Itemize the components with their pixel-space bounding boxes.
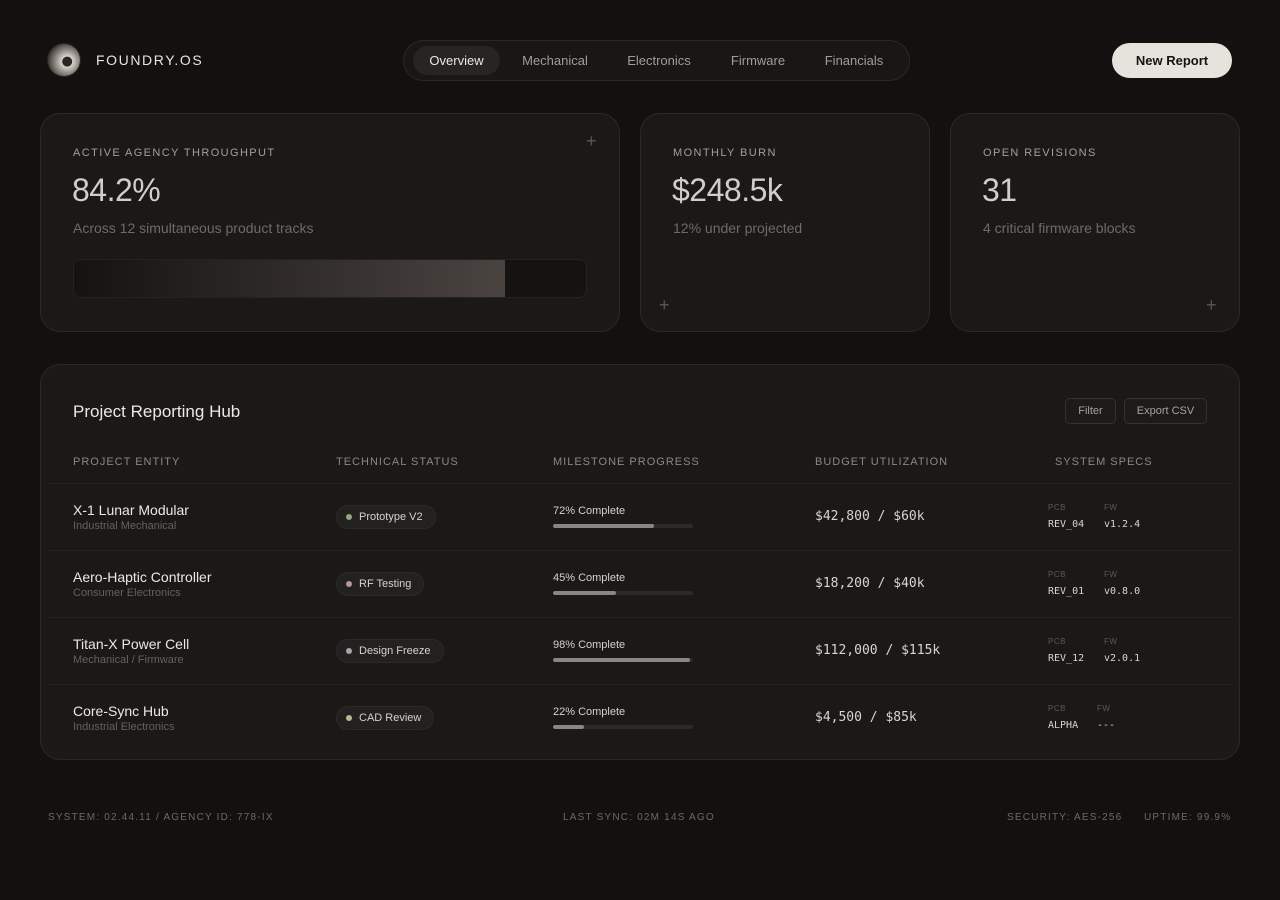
footer-last-sync: LAST SYNC: 02M 14S AGO	[563, 812, 715, 823]
table-row[interactable]: Titan-X Power Cell Mechanical / Firmware…	[49, 617, 1233, 684]
spec-value-fw: ---	[1097, 720, 1116, 731]
tab-mechanical[interactable]: Mechanical	[508, 46, 602, 75]
table-row[interactable]: X-1 Lunar Modular Industrial Mechanical …	[49, 483, 1233, 550]
status-badge: Prototype V2	[336, 505, 436, 529]
milestone-progress-fill	[553, 591, 616, 595]
card-label: OPEN REVISIONS	[983, 147, 1097, 159]
column-header: SYSTEM SPECS	[1055, 456, 1153, 468]
spec-label-pcb: PCB	[1048, 503, 1066, 512]
budget-utilization: $112,000 / $115k	[815, 643, 941, 658]
card-label: ACTIVE AGENCY THROUGHPUT	[73, 147, 276, 159]
budget-utilization: $42,800 / $60k	[815, 509, 925, 524]
plus-icon[interactable]: +	[659, 296, 670, 314]
main-nav: Overview Mechanical Electronics Firmware…	[403, 40, 910, 81]
brand-name: FOUNDRY.OS	[96, 52, 204, 68]
new-report-button[interactable]: New Report	[1112, 43, 1232, 78]
milestone-progress-fill	[553, 725, 584, 729]
spec-label-fw: FW	[1097, 704, 1111, 713]
column-header: BUDGET UTILIZATION	[815, 456, 949, 468]
milestone-progress-bar	[553, 591, 693, 595]
status-label: CAD Review	[359, 712, 422, 724]
status-badge: Design Freeze	[336, 639, 444, 663]
footer-system-info: SYSTEM: 02.44.11 / AGENCY ID: 778-IX	[48, 812, 274, 823]
column-header: TECHNICAL STATUS	[336, 456, 459, 468]
milestone-progress-label: 45% Complete	[553, 572, 626, 584]
plus-icon[interactable]: +	[1206, 296, 1217, 314]
milestone-progress-fill	[553, 524, 654, 528]
spec-value-fw: v2.0.1	[1104, 653, 1141, 664]
table-row[interactable]: Core-Sync Hub Industrial Electronics CAD…	[49, 684, 1233, 751]
project-category: Industrial Electronics	[73, 721, 175, 733]
project-category: Industrial Mechanical	[73, 520, 177, 532]
throughput-bar-fill	[74, 260, 506, 297]
export-csv-button[interactable]: Export CSV	[1124, 398, 1207, 424]
card-value: 31	[982, 172, 1017, 208]
status-dot-icon	[346, 715, 352, 721]
project-reporting-panel: Project Reporting Hub Filter Export CSV …	[40, 364, 1240, 760]
tab-firmware[interactable]: Firmware	[716, 46, 800, 75]
status-label: RF Testing	[359, 578, 412, 590]
spec-label-pcb: PCB	[1048, 704, 1066, 713]
top-header: FOUNDRY.OS Overview Mechanical Electroni…	[48, 40, 1232, 81]
card-value: $248.5k	[672, 172, 783, 208]
status-badge: RF Testing	[336, 572, 425, 596]
project-name[interactable]: Titan-X Power Cell	[73, 636, 189, 652]
card-subtitle: 12% under projected	[673, 220, 803, 236]
status-label: Design Freeze	[359, 645, 431, 657]
open-revisions-card: OPEN REVISIONS 31 4 critical firmware bl…	[950, 113, 1240, 332]
filter-button[interactable]: Filter	[1065, 398, 1116, 424]
card-value: 84.2%	[72, 172, 161, 208]
project-name[interactable]: Aero-Haptic Controller	[73, 569, 212, 585]
budget-utilization: $4,500 / $85k	[815, 710, 917, 725]
footer-security: SECURITY: AES-256	[1007, 812, 1123, 823]
project-category: Mechanical / Firmware	[73, 654, 184, 666]
tab-overview[interactable]: Overview	[413, 46, 500, 75]
card-subtitle: Across 12 simultaneous product tracks	[73, 220, 314, 236]
project-name[interactable]: Core-Sync Hub	[73, 703, 169, 719]
spec-value-pcb: REV_01	[1048, 586, 1085, 597]
status-dot-icon	[346, 648, 352, 654]
milestone-progress-label: 72% Complete	[553, 505, 626, 517]
plus-icon[interactable]: +	[586, 132, 597, 150]
panel-title: Project Reporting Hub	[73, 402, 241, 421]
spec-label-pcb: PCB	[1048, 637, 1066, 646]
card-label: MONTHLY BURN	[673, 147, 777, 159]
milestone-progress-label: 22% Complete	[553, 706, 626, 718]
column-header: PROJECT ENTITY	[73, 456, 181, 468]
spec-value-fw: v1.2.4	[1104, 519, 1141, 530]
tab-financials[interactable]: Financials	[810, 46, 898, 75]
card-subtitle: 4 critical firmware blocks	[983, 220, 1136, 236]
spec-label-fw: FW	[1104, 570, 1118, 579]
status-dot-icon	[346, 514, 352, 520]
spec-label-pcb: PCB	[1048, 570, 1066, 579]
status-label: Prototype V2	[359, 511, 423, 523]
spec-value-pcb: REV_04	[1048, 519, 1085, 530]
milestone-progress-fill	[553, 658, 691, 662]
spec-value-pcb: ALPHA	[1048, 720, 1079, 731]
milestone-progress-bar	[553, 725, 693, 729]
column-header: MILESTONE PROGRESS	[553, 456, 700, 468]
budget-utilization: $18,200 / $40k	[815, 576, 925, 591]
spec-label-fw: FW	[1104, 503, 1118, 512]
throughput-bar	[73, 259, 587, 298]
project-name[interactable]: X-1 Lunar Modular	[73, 502, 189, 518]
spec-value-fw: v0.8.0	[1104, 586, 1141, 597]
spec-label-fw: FW	[1104, 637, 1118, 646]
table-row[interactable]: Aero-Haptic Controller Consumer Electron…	[49, 550, 1233, 617]
milestone-progress-label: 98% Complete	[553, 639, 626, 651]
milestone-progress-bar	[553, 524, 693, 528]
monthly-burn-card: MONTHLY BURN $248.5k 12% under projected…	[640, 113, 930, 332]
milestone-progress-bar	[553, 658, 693, 662]
footer-uptime: UPTIME: 99.9%	[1144, 812, 1232, 823]
project-category: Consumer Electronics	[73, 587, 181, 599]
status-badge: CAD Review	[336, 706, 435, 730]
tab-electronics[interactable]: Electronics	[612, 46, 706, 75]
throughput-card: ACTIVE AGENCY THROUGHPUT 84.2% Across 12…	[40, 113, 620, 332]
spec-value-pcb: REV_12	[1048, 653, 1085, 664]
status-dot-icon	[346, 581, 352, 587]
logo-icon	[48, 44, 80, 76]
